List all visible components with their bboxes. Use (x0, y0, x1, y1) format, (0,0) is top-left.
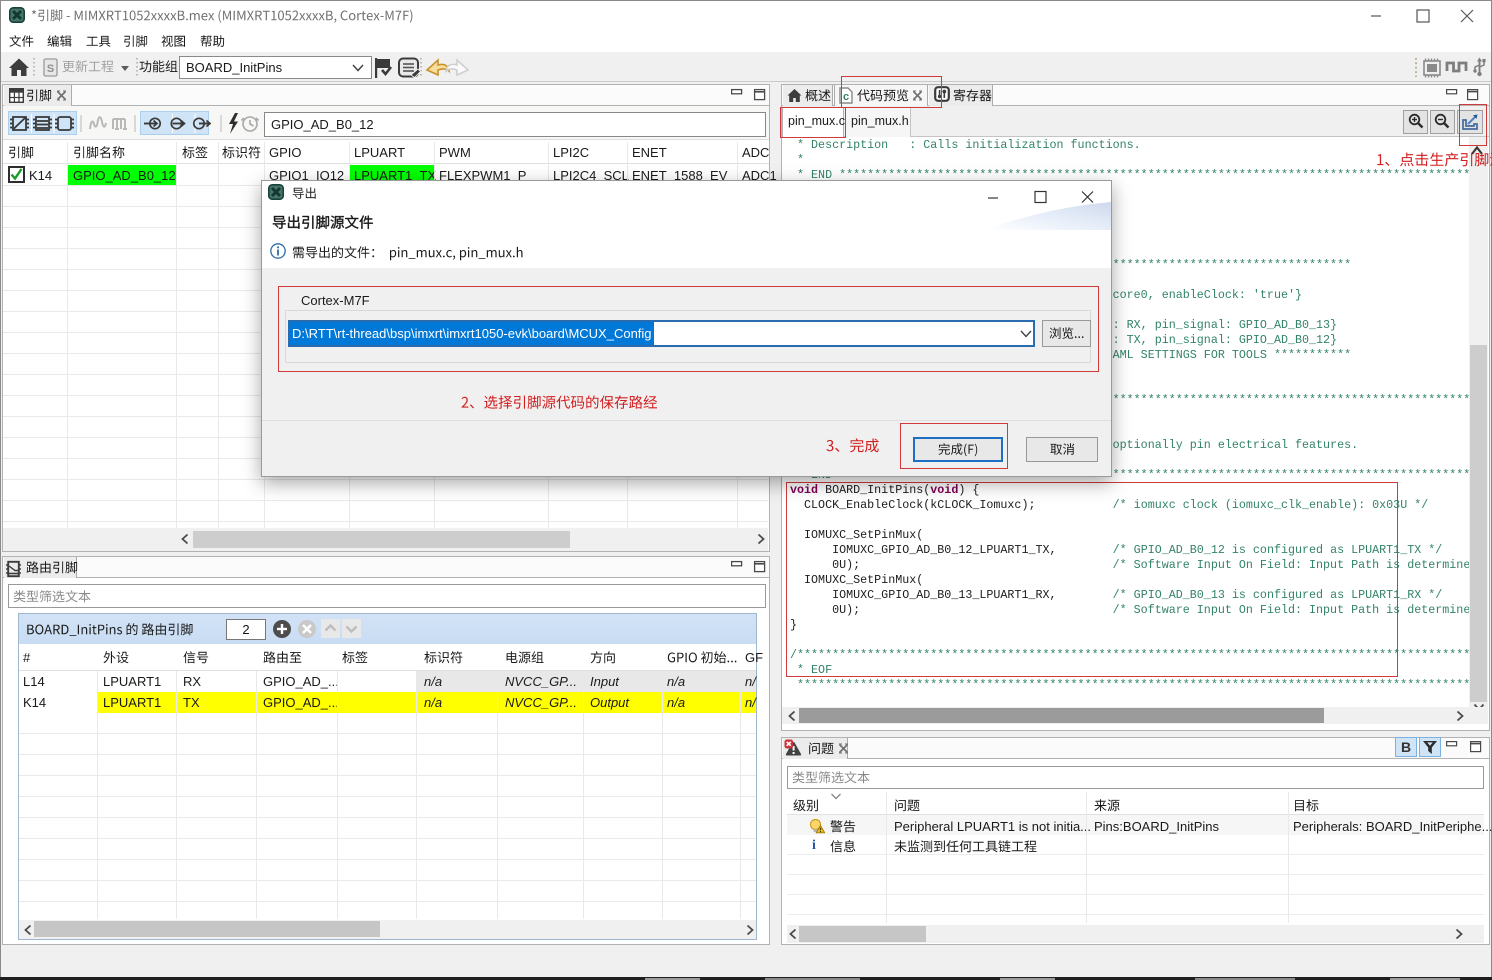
svg-text:S: S (47, 63, 54, 75)
